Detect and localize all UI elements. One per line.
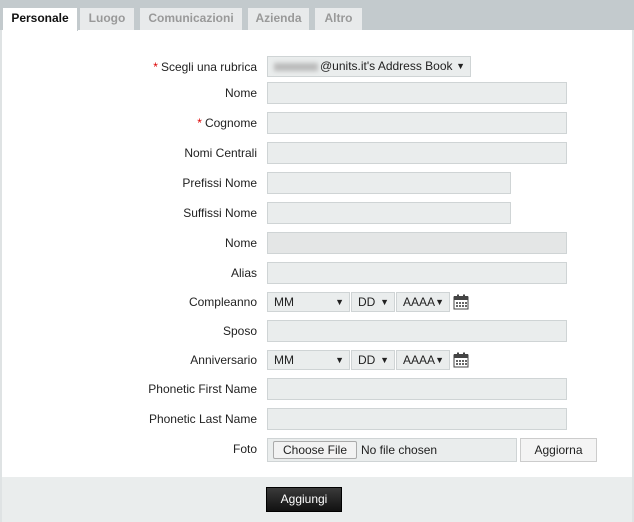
tab-comunicazioni[interactable]: Comunicazioni bbox=[140, 8, 243, 30]
nome-input[interactable] bbox=[267, 82, 567, 104]
suffissi-nome-input[interactable] bbox=[267, 202, 511, 224]
cognome-input[interactable] bbox=[267, 112, 567, 134]
address-book-select[interactable]: @units.it's Address Book ▼ bbox=[267, 56, 471, 77]
refresh-button[interactable]: Aggiorna bbox=[520, 438, 597, 462]
caret-down-icon: ▼ bbox=[335, 297, 344, 307]
nomi-centrali-label: Nomi Centrali bbox=[184, 146, 257, 160]
prefissi-nome-label: Prefissi Nome bbox=[182, 176, 257, 190]
calendar-icon[interactable] bbox=[453, 294, 469, 310]
nomi-centrali-input[interactable] bbox=[267, 142, 567, 164]
caret-down-icon: ▼ bbox=[435, 297, 444, 307]
phonetic-last-name-input[interactable] bbox=[267, 408, 567, 430]
sposo-input[interactable] bbox=[267, 320, 567, 342]
cognome-label: * Cognome bbox=[197, 116, 257, 130]
phonetic-last-name-label: Phonetic Last Name bbox=[148, 412, 257, 426]
anniversario-day-select[interactable]: DD ▼ bbox=[351, 350, 395, 370]
nome-2-label: Nome bbox=[224, 236, 257, 250]
caret-down-icon: ▼ bbox=[435, 355, 444, 365]
alias-input[interactable] bbox=[267, 262, 567, 284]
compleanno-year-select[interactable]: AAAA ▼ bbox=[396, 292, 450, 312]
anniversario-label: Anniversario bbox=[190, 353, 257, 367]
anniversario-month-select[interactable]: MM ▼ bbox=[267, 350, 350, 370]
tab-luogo[interactable]: Luogo bbox=[80, 8, 135, 30]
choose-file-button[interactable]: Choose File bbox=[273, 441, 357, 459]
sposo-label: Sposo bbox=[222, 324, 257, 338]
compleanno-day-select[interactable]: DD ▼ bbox=[351, 292, 395, 312]
phonetic-first-name-input[interactable] bbox=[267, 378, 567, 400]
photo-file-input[interactable]: Choose File No file chosen bbox=[267, 438, 517, 462]
file-status: No file chosen bbox=[361, 443, 438, 457]
address-book-label: * Scegli una rubrica bbox=[153, 60, 257, 74]
nome-2-input bbox=[267, 232, 567, 254]
phonetic-first-name-label: Phonetic First Name bbox=[148, 382, 257, 396]
caret-down-icon: ▼ bbox=[380, 355, 389, 365]
calendar-icon[interactable] bbox=[453, 352, 469, 368]
required-marker: * bbox=[153, 60, 158, 74]
nome-label: Nome bbox=[224, 86, 257, 100]
caret-down-icon: ▼ bbox=[335, 355, 344, 365]
compleanno-label: Compleanno bbox=[188, 295, 257, 309]
compleanno-month-select[interactable]: MM ▼ bbox=[267, 292, 350, 312]
add-button[interactable]: Aggiungi bbox=[266, 487, 342, 512]
tab-altro[interactable]: Altro bbox=[315, 8, 363, 30]
caret-down-icon: ▼ bbox=[456, 61, 465, 71]
tab-personale[interactable]: Personale bbox=[3, 8, 78, 31]
caret-down-icon: ▼ bbox=[380, 297, 389, 307]
foto-label: Foto bbox=[232, 442, 257, 456]
suffissi-nome-label: Suffissi Nome bbox=[183, 206, 257, 220]
alias-label: Alias bbox=[230, 266, 257, 280]
required-marker: * bbox=[197, 116, 202, 130]
prefissi-nome-input[interactable] bbox=[267, 172, 511, 194]
redacted-username bbox=[274, 62, 318, 71]
anniversario-year-select[interactable]: AAAA ▼ bbox=[396, 350, 450, 370]
tab-azienda[interactable]: Azienda bbox=[248, 8, 310, 30]
